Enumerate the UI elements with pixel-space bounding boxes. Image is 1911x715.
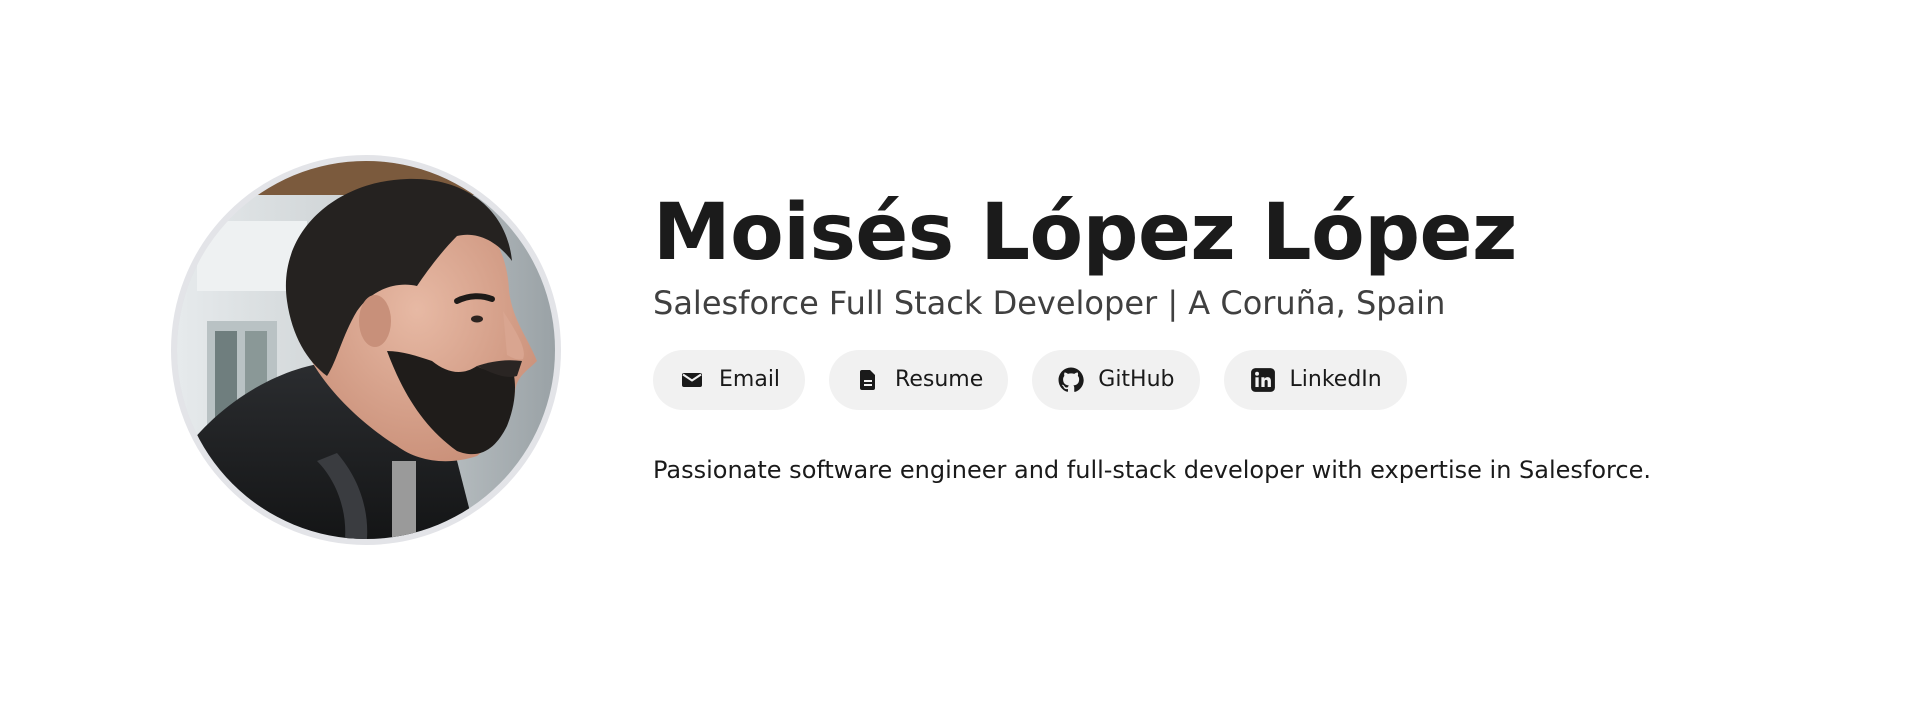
linkedin-icon [1250,367,1276,393]
profile-links: Email Resume GitHub LinkedIn [653,349,1833,410]
resume-button[interactable]: Resume [829,349,1009,410]
github-icon [1058,367,1084,393]
email-button[interactable]: Email [653,349,806,410]
linkedin-button[interactable]: LinkedIn [1223,349,1407,410]
email-button-label: Email [719,367,781,393]
envelope-icon [679,367,705,393]
resume-button-label: Resume [895,367,984,393]
profile-photo [177,161,555,539]
profile-bio: Passionate software engineer and full-st… [653,455,1651,484]
github-button[interactable]: GitHub [1032,349,1200,410]
profile-name: Moisés López López [653,188,1517,278]
linkedin-button-label: LinkedIn [1289,367,1382,393]
profile-page: Moisés López López Salesforce Full Stack… [0,0,1911,715]
profile-subtitle: Salesforce Full Stack Developer | A Coru… [653,284,1446,323]
profile-info: Moisés López López Salesforce Full Stack… [653,188,1833,488]
document-icon [855,367,881,393]
avatar [171,155,561,545]
github-button-label: GitHub [1098,367,1175,393]
